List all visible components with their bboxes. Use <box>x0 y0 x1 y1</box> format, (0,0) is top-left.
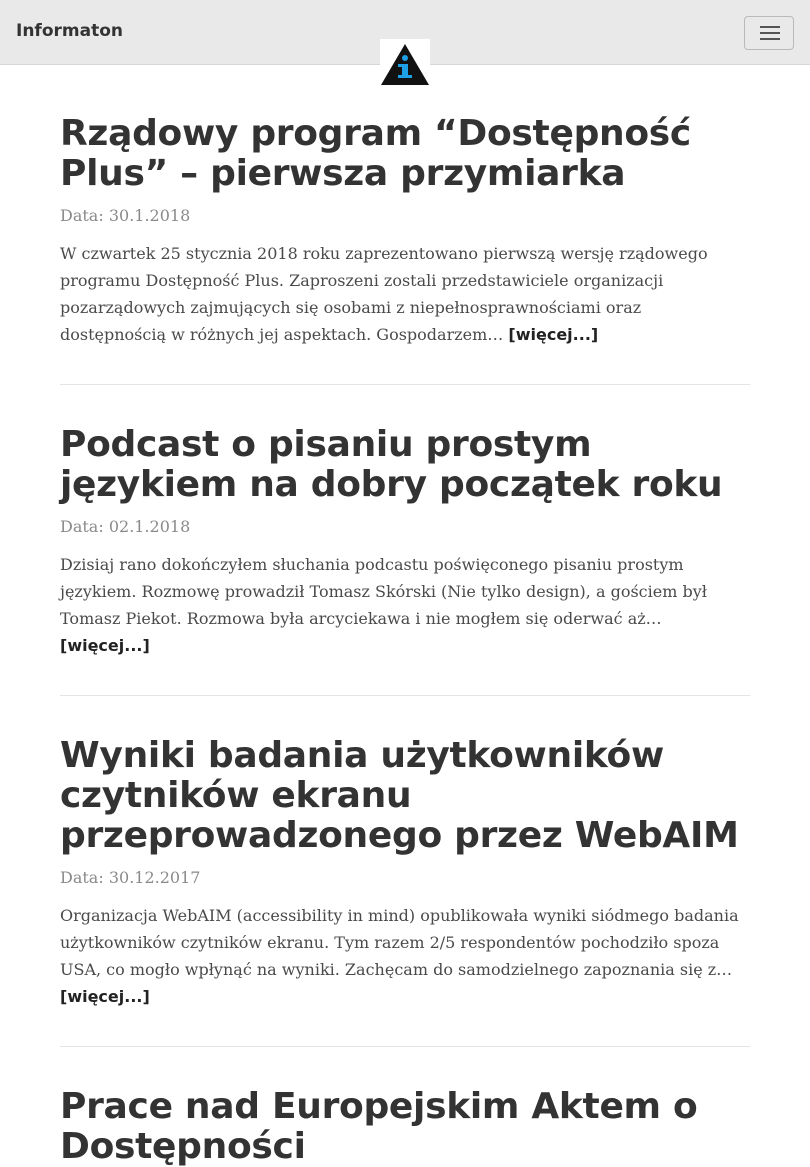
post-divider <box>60 384 750 385</box>
post-excerpt: Dzisiaj rano dokończyłem słuchania podca… <box>60 551 750 659</box>
post-title: Rządowy program “Dostępność Plus” – pier… <box>60 114 750 194</box>
excerpt-text: Organizacja WebAIM (accessibility in min… <box>60 906 739 979</box>
read-more-link[interactable]: [więcej...] <box>60 636 150 655</box>
post-item: Wyniki badania użytkowników czytników ek… <box>60 732 750 1010</box>
hamburger-menu-icon <box>760 26 780 28</box>
post-item: Podcast o pisaniu prostym językiem na do… <box>60 421 750 659</box>
post-title: Podcast o pisaniu prostym językiem na do… <box>60 425 750 505</box>
read-more-link[interactable]: [więcej...] <box>60 987 150 1006</box>
post-divider <box>60 1046 750 1047</box>
post-date: Data: 30.12.2017 <box>60 868 750 888</box>
info-triangle-icon <box>381 44 429 85</box>
post-excerpt: Organizacja WebAIM (accessibility in min… <box>60 902 750 1010</box>
post-excerpt: W czwartek 25 stycznia 2018 roku zapreze… <box>60 240 750 348</box>
site-brand-link[interactable]: Informaton <box>16 21 123 41</box>
post-title-link[interactable]: Wyniki badania użytkowników czytników ek… <box>60 735 739 856</box>
post-item: Prace nad Europejskim Aktem o Dostępnośc… <box>60 1083 750 1167</box>
post-title-link[interactable]: Prace nad Europejskim Aktem o Dostępnośc… <box>60 1086 698 1167</box>
post-title: Wyniki badania użytkowników czytników ek… <box>60 736 750 856</box>
date-value: 30.12.2017 <box>108 868 201 887</box>
read-more-link[interactable]: [więcej...] <box>508 325 598 344</box>
date-label: Data: <box>60 517 104 536</box>
date-value: 30.1.2018 <box>108 206 191 225</box>
site-logo[interactable] <box>380 39 430 86</box>
date-label: Data: <box>60 868 104 887</box>
post-list: Rządowy program “Dostępność Plus” – pier… <box>60 110 750 1167</box>
post-title-link[interactable]: Rządowy program “Dostępność Plus” – pier… <box>60 113 691 194</box>
post-title-link[interactable]: Podcast o pisaniu prostym językiem na do… <box>60 424 723 505</box>
date-value: 02.1.2018 <box>108 517 191 536</box>
post-item: Rządowy program “Dostępność Plus” – pier… <box>60 110 750 348</box>
excerpt-text: W czwartek 25 stycznia 2018 roku zapreze… <box>60 244 708 344</box>
hamburger-menu-icon-bar <box>760 38 780 40</box>
hamburger-menu-icon-bar <box>760 32 780 34</box>
post-title: Prace nad Europejskim Aktem o Dostępnośc… <box>60 1087 750 1167</box>
post-date: Data: 02.1.2018 <box>60 517 750 537</box>
post-date: Data: 30.1.2018 <box>60 206 750 226</box>
date-label: Data: <box>60 206 104 225</box>
post-divider <box>60 695 750 696</box>
menu-toggle-button[interactable] <box>744 16 794 50</box>
excerpt-text: Dzisiaj rano dokończyłem słuchania podca… <box>60 555 707 628</box>
